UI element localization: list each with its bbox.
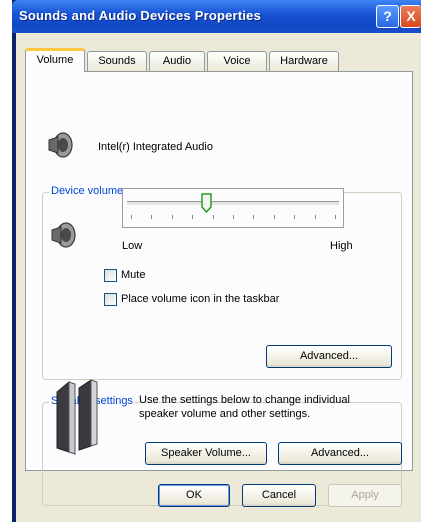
help-button[interactable]: ? (376, 5, 399, 28)
tab-voice[interactable]: Voice (207, 51, 267, 71)
speakers-icon (56, 379, 98, 455)
title-bar[interactable]: Sounds and Audio Devices Properties ? X (12, 0, 421, 33)
slider-tick (171, 215, 173, 219)
cancel-button[interactable]: Cancel (242, 484, 316, 507)
slider-thumb[interactable] (201, 193, 213, 213)
slider-tick (253, 215, 255, 219)
slider-tick (212, 215, 214, 219)
tab-hardware[interactable]: Hardware (269, 51, 339, 71)
tab-audio[interactable]: Audio (149, 51, 205, 71)
volume-slider[interactable] (122, 188, 344, 228)
slider-tick (192, 215, 194, 219)
slider-tick (131, 215, 132, 219)
window-title: Sounds and Audio Devices Properties (19, 8, 262, 23)
slider-tick (233, 215, 234, 219)
tab-volume[interactable]: Volume (25, 48, 85, 72)
slider-tick (335, 215, 336, 219)
taskbar-icon-checkbox[interactable] (104, 293, 117, 306)
speaker-icon (51, 222, 76, 248)
slider-tick (151, 215, 153, 219)
mute-checkbox[interactable] (104, 269, 117, 282)
speaker-icon (48, 132, 73, 158)
properties-window: Sounds and Audio Devices Properties ? X … (12, 0, 421, 522)
slider-track (127, 201, 339, 206)
taskbar-icon-label: Place volume icon in the taskbar (121, 293, 280, 305)
high-label: High (330, 240, 353, 252)
device-advanced-button[interactable]: Advanced... (266, 345, 392, 368)
speaker-advanced-button[interactable]: Advanced... (278, 442, 402, 465)
mute-label: Mute (121, 269, 146, 281)
low-label: Low (122, 240, 143, 252)
speaker-volume-button[interactable]: Speaker Volume... (145, 442, 267, 465)
device-volume-label: Device volume (49, 185, 126, 197)
tab-sounds[interactable]: Sounds (87, 51, 147, 71)
device-name: Intel(r) Integrated Audio (98, 141, 213, 153)
speaker-description-line-1: Use the settings below to change individ… (139, 394, 350, 406)
slider-tick (294, 215, 296, 219)
slider-tick (314, 215, 316, 219)
dialog-body: Volume Sounds Audio Voice Hardware Intel… (16, 33, 421, 522)
close-button[interactable]: X (400, 5, 421, 28)
slider-tick (273, 215, 275, 219)
apply-button: Apply (328, 484, 402, 507)
speaker-description-line-2: speaker volume and other settings. (139, 408, 311, 420)
ok-button[interactable]: OK (158, 484, 230, 507)
